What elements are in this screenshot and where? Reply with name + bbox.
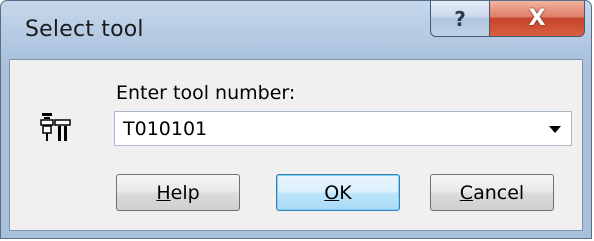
dialog-client-area: Enter tool number: T010101 Help OK Cance… — [9, 59, 583, 231]
tool-number-label: Enter tool number: — [116, 82, 296, 104]
select-tool-dialog: Select tool ? X Enter tool number: T0101… — [0, 0, 592, 239]
title-bar[interactable]: Select tool ? X — [1, 1, 591, 59]
title-close-button[interactable]: X — [490, 1, 585, 37]
dialog-title: Select tool — [25, 17, 144, 42]
ok-button-label: K — [339, 181, 352, 204]
help-button-accel: H — [156, 181, 171, 204]
cancel-button-accel: C — [459, 181, 474, 204]
tool-number-value[interactable]: T010101 — [123, 118, 207, 140]
cancel-button-label: ancel — [473, 181, 525, 204]
question-mark-icon: ? — [454, 6, 466, 31]
tool-number-combobox[interactable]: T010101 — [114, 111, 572, 146]
close-icon: X — [528, 6, 546, 31]
help-button-label: elp — [170, 181, 200, 204]
title-help-button[interactable]: ? — [430, 1, 490, 37]
tool-holders-icon — [40, 113, 71, 141]
chevron-down-icon[interactable] — [549, 126, 561, 133]
help-button[interactable]: Help — [116, 174, 240, 211]
cancel-button[interactable]: Cancel — [430, 174, 554, 211]
ok-button-accel: O — [324, 181, 340, 204]
ok-button[interactable]: OK — [276, 174, 400, 211]
title-bar-controls: ? X — [430, 1, 585, 39]
